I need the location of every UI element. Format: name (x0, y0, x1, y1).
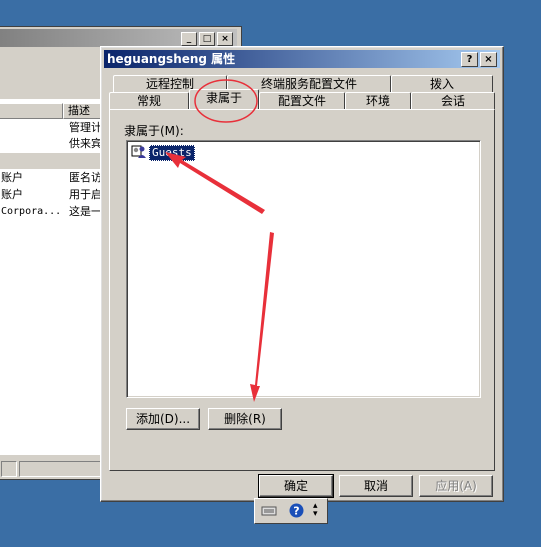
options-arrow-icon[interactable]: ▴ ▾ (313, 502, 318, 519)
properties-dialog: heguangsheng 属性 ? × 远程控制 终端服务配置文件 拨入 常规 … (100, 46, 504, 502)
background-window-titlebar: _ □ × (0, 29, 237, 47)
user-list: 描述 管理计 供来宾 账户 匿名访 账户 用于启 Corpora... 这是一 (0, 99, 105, 455)
svg-text:?: ? (293, 505, 299, 518)
list-item-desc[interactable]: 供来宾 (69, 137, 102, 151)
dialog-titlebar[interactable]: heguangsheng 属性 ? × (104, 50, 500, 68)
list-item[interactable]: Guests (131, 143, 195, 162)
column-header-description[interactable]: 描述 (63, 103, 105, 119)
language-bar: ? ▴ ▾ (254, 498, 328, 524)
close-icon[interactable]: × (217, 32, 233, 46)
add-button[interactable]: 添加(D)... (126, 408, 200, 430)
list-item-desc[interactable]: 管理计 (69, 121, 102, 135)
list-item-name[interactable]: 账户 (1, 171, 23, 185)
member-of-panel: 隶属于(M): Guests 添加(D)... 删除(R) (109, 109, 495, 471)
cancel-button[interactable]: 取消 (339, 475, 413, 497)
tab-dial-in[interactable]: 拨入 (391, 75, 493, 92)
tab-sessions[interactable]: 会话 (411, 92, 495, 109)
apply-button[interactable]: 应用(A) (419, 475, 493, 497)
member-of-list[interactable]: Guests (126, 140, 481, 398)
tab-profile[interactable]: 配置文件 (259, 92, 345, 109)
list-group-divider (0, 153, 105, 169)
ok-button[interactable]: 确定 (258, 474, 334, 498)
list-item-desc[interactable]: 匿名访 (69, 171, 102, 185)
tab-member-of[interactable]: 隶属于 (189, 89, 259, 109)
close-icon[interactable]: × (480, 52, 497, 67)
member-of-label: 隶属于(M): (124, 124, 184, 138)
tab-environment[interactable]: 环境 (345, 92, 411, 109)
group-icon (131, 143, 147, 162)
list-item-desc[interactable]: 用于启 (69, 188, 102, 202)
dialog-title: heguangsheng 属性 (107, 52, 236, 66)
list-item-name[interactable]: Corpora... (1, 205, 61, 219)
remove-button[interactable]: 删除(R) (208, 408, 282, 430)
list-item-name[interactable]: 账户 (1, 188, 23, 202)
keyboard-icon[interactable] (261, 503, 277, 516)
help-icon[interactable]: ? (461, 52, 478, 67)
list-item-desc[interactable]: 这是一 (69, 205, 102, 219)
maximize-icon[interactable]: □ (199, 32, 215, 46)
group-name: Guests (149, 144, 195, 161)
column-header-name[interactable] (0, 103, 63, 119)
tab-general[interactable]: 常规 (109, 92, 189, 109)
help-icon[interactable]: ? (289, 503, 304, 521)
minimize-icon[interactable]: _ (181, 32, 197, 46)
